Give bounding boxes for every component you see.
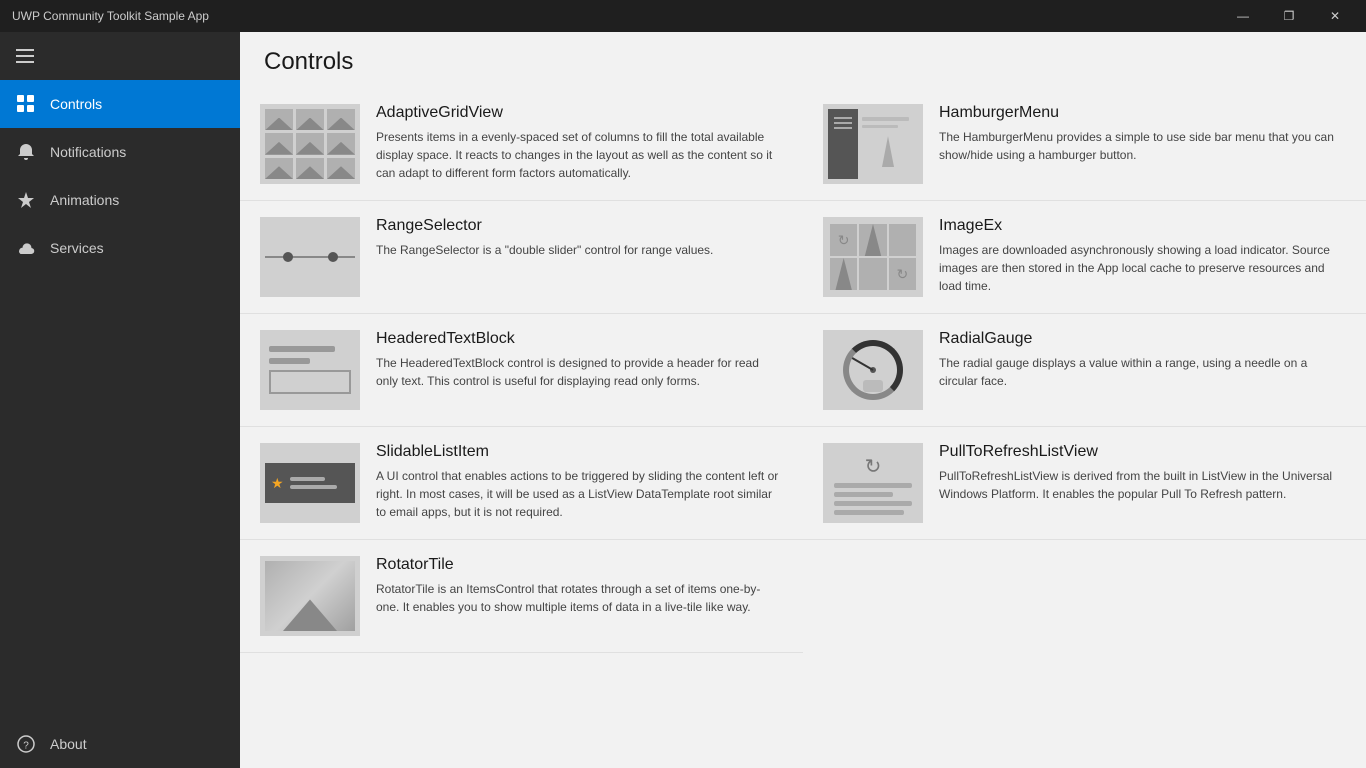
list-item[interactable]: ImageEx Images are downloaded asynchrono…	[803, 201, 1366, 314]
control-desc: PullToRefreshListView is derived from th…	[939, 467, 1346, 503]
window-controls: — ❐ ✕	[1220, 0, 1358, 32]
control-desc: The RangeSelector is a "double slider" c…	[376, 241, 783, 259]
question-icon: ?	[16, 734, 36, 754]
control-info: HeaderedTextBlock The HeaderedTextBlock …	[376, 330, 783, 390]
sparkle-icon	[16, 190, 36, 210]
list-item[interactable]: RadialGauge The radial gauge displays a …	[803, 314, 1366, 427]
control-info: AdaptiveGridView Presents items in a eve…	[376, 104, 783, 182]
list-item[interactable]: RangeSelector The RangeSelector is a "do…	[240, 201, 803, 314]
control-info: RotatorTile RotatorTile is an ItemsContr…	[376, 556, 783, 616]
control-name: HamburgerMenu	[939, 104, 1346, 122]
controls-grid: AdaptiveGridView Presents items in a eve…	[240, 88, 1366, 653]
list-item[interactable]: ★ SlidableListItem A UI control that ena…	[240, 427, 803, 540]
control-info: SlidableListItem A UI control that enabl…	[376, 443, 783, 521]
control-name: ImageEx	[939, 217, 1346, 235]
main-content: Controls	[240, 32, 1366, 768]
app-body: Controls Notifications Animations	[0, 32, 1366, 768]
sidebar: Controls Notifications Animations	[0, 32, 240, 768]
sidebar-notifications-label: Notifications	[50, 144, 126, 160]
control-info: RangeSelector The RangeSelector is a "do…	[376, 217, 783, 259]
control-info: PullToRefreshListView PullToRefreshListV…	[939, 443, 1346, 503]
page-title: Controls	[264, 48, 1342, 76]
control-desc: Images are downloaded asynchronously sho…	[939, 241, 1346, 295]
list-item[interactable]: HeaderedTextBlock The HeaderedTextBlock …	[240, 314, 803, 427]
control-thumbnail-pull-to-refresh: ↻	[823, 443, 923, 523]
page-header: Controls	[240, 32, 1366, 88]
minimize-button[interactable]: —	[1220, 0, 1266, 32]
control-thumbnail-slidable-list-item: ★	[260, 443, 360, 523]
svg-text:?: ?	[23, 741, 29, 752]
bell-icon	[16, 142, 36, 162]
sidebar-about-label: About	[50, 736, 87, 752]
control-thumbnail-radial-gauge	[823, 330, 923, 410]
control-thumbnail-image-ex	[823, 217, 923, 297]
list-item[interactable]: ↻ PullToRefreshListView PullToRefreshLis…	[803, 427, 1366, 540]
title-bar: UWP Community Toolkit Sample App — ❐ ✕	[0, 0, 1366, 32]
nav-spacer	[0, 272, 240, 720]
list-item[interactable]: RotatorTile RotatorTile is an ItemsContr…	[240, 540, 803, 653]
sidebar-controls-label: Controls	[50, 96, 102, 112]
control-desc: RotatorTile is an ItemsControl that rota…	[376, 580, 783, 616]
control-name: RotatorTile	[376, 556, 783, 574]
list-item[interactable]: HamburgerMenu The HamburgerMenu provides…	[803, 88, 1366, 201]
sidebar-item-notifications[interactable]: Notifications	[0, 128, 240, 176]
control-info: HamburgerMenu The HamburgerMenu provides…	[939, 104, 1346, 164]
control-name: AdaptiveGridView	[376, 104, 783, 122]
control-thumbnail-headered-text-block	[260, 330, 360, 410]
list-item[interactable]: AdaptiveGridView Presents items in a eve…	[240, 88, 803, 201]
control-info: RadialGauge The radial gauge displays a …	[939, 330, 1346, 390]
control-thumbnail-rotator-tile	[260, 556, 360, 636]
hamburger-button[interactable]	[0, 32, 240, 80]
control-desc: A UI control that enables actions to be …	[376, 467, 783, 521]
sidebar-item-controls[interactable]: Controls	[0, 80, 240, 128]
sidebar-item-services[interactable]: Services	[0, 224, 240, 272]
control-name: HeaderedTextBlock	[376, 330, 783, 348]
control-desc: The radial gauge displays a value within…	[939, 354, 1346, 390]
control-info: ImageEx Images are downloaded asynchrono…	[939, 217, 1346, 295]
sidebar-item-about[interactable]: ? About	[0, 720, 240, 768]
hamburger-icon	[16, 49, 34, 63]
control-thumbnail-range-selector	[260, 217, 360, 297]
grid-icon	[16, 94, 36, 114]
control-thumbnail-hamburger-menu	[823, 104, 923, 184]
control-desc: The HeaderedTextBlock control is designe…	[376, 354, 783, 390]
control-desc: The HamburgerMenu provides a simple to u…	[939, 128, 1346, 164]
control-thumbnail-adaptive-grid	[260, 104, 360, 184]
control-name: PullToRefreshListView	[939, 443, 1346, 461]
control-name: SlidableListItem	[376, 443, 783, 461]
app-title: UWP Community Toolkit Sample App	[12, 9, 209, 23]
control-name: RadialGauge	[939, 330, 1346, 348]
sidebar-item-animations[interactable]: Animations	[0, 176, 240, 224]
close-button[interactable]: ✕	[1312, 0, 1358, 32]
control-desc: Presents items in a evenly-spaced set of…	[376, 128, 783, 182]
control-name: RangeSelector	[376, 217, 783, 235]
sidebar-services-label: Services	[50, 240, 104, 256]
sidebar-animations-label: Animations	[50, 192, 119, 208]
cloud-icon	[16, 238, 36, 258]
restore-button[interactable]: ❐	[1266, 0, 1312, 32]
